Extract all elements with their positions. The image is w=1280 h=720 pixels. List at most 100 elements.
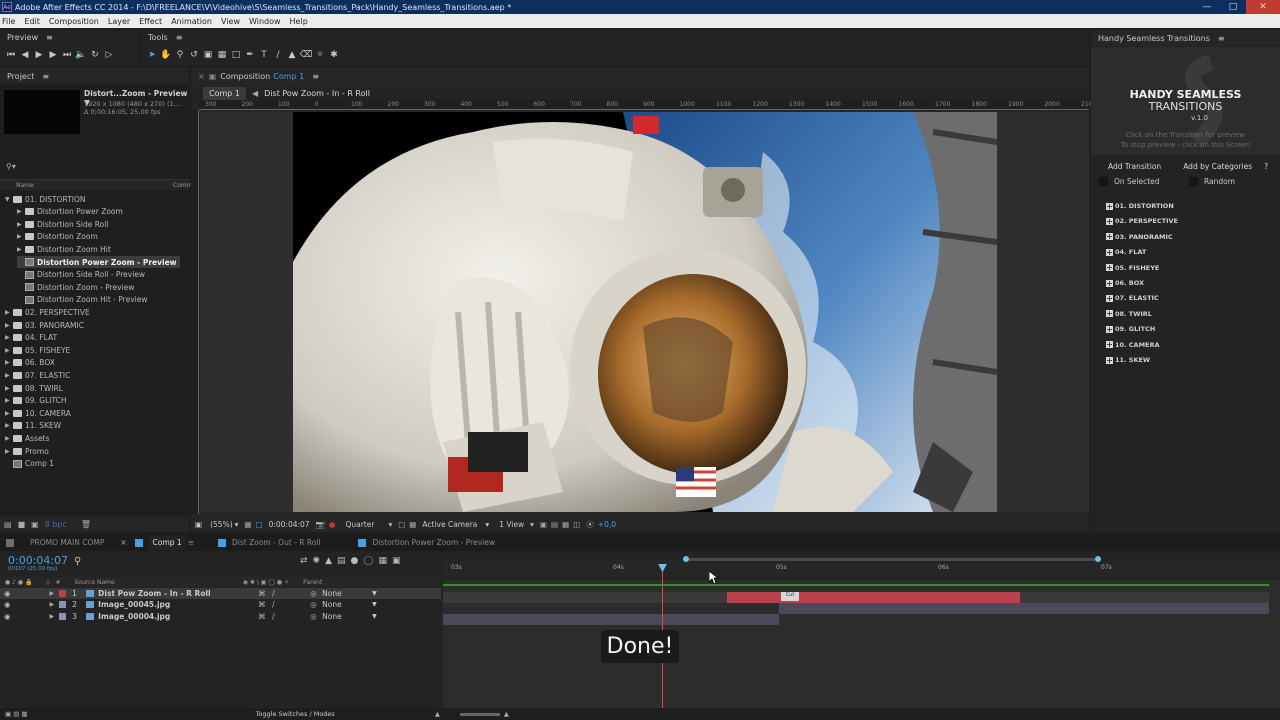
parent-pickwhip-icon[interactable]: ◎ — [310, 600, 322, 609]
hts-category-item[interactable]: 01. DISTORTION — [1106, 200, 1174, 212]
eye-icon[interactable]: ◉ — [4, 589, 11, 598]
motion-blur-icon[interactable]: ● — [351, 556, 359, 566]
layer-1-bar[interactable] — [727, 592, 1020, 603]
shy-switch-icon[interactable]: ⌘ — [258, 589, 272, 598]
zoom-in-icon[interactable]: ▲ — [504, 710, 509, 718]
snapshot-icon[interactable]: 📷 — [316, 520, 325, 529]
project-item[interactable]: Distortion Power Zoom - Preview — [17, 256, 180, 268]
expand-plus-icon[interactable] — [1106, 233, 1113, 241]
magnification-dropdown[interactable]: (55%) — [210, 520, 233, 529]
hts-category-item[interactable]: 09. GLITCH — [1106, 323, 1155, 335]
work-area-bar[interactable] — [685, 558, 1100, 561]
expand-triangle-icon[interactable]: ▶ — [50, 601, 55, 608]
roto-brush-tool-icon[interactable]: ✧ — [313, 48, 327, 62]
project-item[interactable]: ▶ 07. ELASTIC — [5, 369, 70, 381]
project-item[interactable]: ▶ 05. FISHEYE — [5, 344, 70, 356]
hts-category-item[interactable]: 03. PANORAMIC — [1106, 231, 1173, 243]
hts-category-item[interactable]: 05. FISHEYE — [1106, 262, 1159, 274]
collapsed-triangle-icon[interactable]: ▶ — [5, 359, 13, 366]
hts-category-item[interactable]: 04. FLAT — [1106, 246, 1146, 258]
panel-menu-icon[interactable]: ≡ — [176, 33, 183, 42]
timeline-search-icon[interactable]: ⚲ — [74, 556, 81, 567]
clone-stamp-tool-icon[interactable]: ▲ — [285, 48, 299, 62]
project-item[interactable]: ▶ Distortion Zoom Hit — [17, 243, 111, 255]
project-item[interactable]: ▶ 06. BOX — [5, 357, 55, 369]
project-item[interactable]: ▶ Distortion Zoom — [17, 231, 98, 243]
quality-switch-icon[interactable]: / — [272, 612, 310, 621]
panel-menu-icon[interactable]: ≡ — [312, 72, 319, 81]
project-item[interactable]: ▶ Promo — [5, 445, 49, 457]
always-preview-icon[interactable]: ▣ — [195, 520, 202, 529]
expand-plus-icon[interactable] — [1106, 356, 1113, 364]
collapsed-triangle-icon[interactable]: ▶ — [5, 397, 13, 404]
panel-menu-icon[interactable]: ≡ — [188, 538, 194, 547]
layer-name[interactable]: Image_00045.jpg — [98, 600, 258, 609]
timeline-icon[interactable]: ▦ — [562, 520, 569, 529]
bpc-indicator[interactable]: 8 bpc — [45, 520, 67, 529]
hts-preview-screen[interactable]: HANDY SEAMLESS TRANSITIONS v.1.0 Click o… — [1091, 47, 1280, 155]
add-transition-tab[interactable]: Add Transition — [1108, 162, 1161, 171]
hide-shy-layers-icon[interactable]: ▲ — [325, 556, 332, 566]
label-color-swatch[interactable] — [59, 612, 67, 620]
collapsed-triangle-icon[interactable]: ▶ — [5, 385, 13, 392]
panel-menu-icon[interactable]: ≡ — [1218, 34, 1225, 43]
breadcrumb-layer[interactable]: Dist Pow Zoom - In - R Roll — [264, 89, 370, 98]
view-layout-dropdown[interactable]: 1 View — [499, 520, 524, 529]
project-search-icon[interactable]: ⚲▾ — [6, 162, 16, 171]
eye-icon[interactable]: ◉ — [4, 600, 11, 609]
shy-switch-icon[interactable]: ⌘ — [258, 612, 272, 621]
last-frame-icon[interactable]: ⏭ — [60, 48, 74, 62]
collapsed-triangle-icon[interactable]: ▶ — [17, 221, 25, 228]
composition-viewer[interactable] — [200, 112, 1089, 512]
close-tab-icon[interactable]: × — [120, 538, 126, 547]
layer-number-header[interactable]: # — [55, 579, 60, 586]
switches-header-icons[interactable]: ◉ ✱ \ ▣ ◯ ● ⚪ — [243, 579, 289, 586]
fast-previews-icon[interactable]: ▤ — [551, 520, 558, 529]
project-item[interactable]: ▶ 10. CAMERA — [5, 407, 71, 419]
brainstorm-icon[interactable]: ▦ — [378, 556, 387, 566]
project-item[interactable]: ▶ 09. GLITCH — [5, 395, 67, 407]
expand-plus-icon[interactable] — [1106, 217, 1113, 225]
quality-switch-icon[interactable]: / — [272, 589, 310, 598]
play-icon[interactable]: ▶ — [32, 48, 46, 62]
menu-edit[interactable]: Edit — [24, 17, 40, 26]
layer-switches-icon[interactable]: ▣ ▤ ▦ — [5, 710, 28, 718]
close-button[interactable]: ✕ — [1246, 0, 1280, 14]
expand-plus-icon[interactable] — [1106, 264, 1113, 272]
expand-triangle-icon[interactable]: ▶ — [50, 590, 55, 597]
collapsed-triangle-icon[interactable]: ▶ — [17, 233, 25, 240]
layer-3-bar[interactable] — [443, 614, 779, 625]
expand-plus-icon[interactable] — [1106, 248, 1113, 256]
collapsed-triangle-icon[interactable]: ▶ — [17, 208, 25, 215]
layer-name[interactable]: Image_00004.jpg — [98, 612, 258, 621]
project-item[interactable]: ▶ 03. PANORAMIC — [5, 319, 84, 331]
project-item[interactable]: ▶ Distortion Power Zoom — [17, 206, 123, 218]
layer-2-bar[interactable] — [779, 603, 1269, 614]
region-of-interest-icon[interactable]: □ — [398, 520, 405, 529]
first-frame-icon[interactable]: ⏮ — [4, 48, 18, 62]
collapsed-triangle-icon[interactable]: ▶ — [5, 435, 13, 442]
panel-menu-icon[interactable]: ≡ — [42, 72, 49, 81]
type-tool-icon[interactable]: T — [257, 48, 271, 62]
pixel-aspect-icon[interactable]: ▣ — [540, 520, 547, 529]
project-item[interactable]: Distortion Zoom Hit - Preview — [17, 294, 147, 306]
vertical-ruler[interactable] — [191, 110, 199, 514]
expanded-triangle-icon[interactable]: ▼ — [5, 196, 13, 203]
parent-dropdown[interactable]: None — [322, 600, 372, 609]
add-by-categories-tab[interactable]: Add by Categories — [1183, 162, 1252, 171]
flowchart-icon[interactable]: ◫ — [573, 520, 580, 529]
loop-icon[interactable]: ↻ — [88, 48, 102, 62]
next-frame-icon[interactable]: ▶ — [46, 48, 60, 62]
project-item[interactable]: ▼ 01. DISTORTION — [5, 193, 86, 205]
zoom-out-icon[interactable]: ▲ — [435, 710, 440, 718]
tab-promo-main-comp[interactable]: PROMO MAIN COMP — [30, 538, 104, 547]
frame-blending-icon[interactable]: ▤ — [337, 556, 346, 566]
expand-plus-icon[interactable] — [1106, 325, 1113, 333]
expand-plus-icon[interactable] — [1106, 202, 1113, 210]
project-item[interactable]: Distortion Side Roll - Preview — [17, 269, 145, 281]
menu-layer[interactable]: Layer — [108, 17, 130, 26]
hts-category-item[interactable]: 06. BOX — [1106, 277, 1144, 289]
reset-exposure-icon[interactable]: ⦿ — [586, 519, 594, 530]
toggle-switches-modes[interactable]: Toggle Switches / Modes — [256, 710, 335, 718]
project-item[interactable]: ▶ 04. FLAT — [5, 332, 57, 344]
